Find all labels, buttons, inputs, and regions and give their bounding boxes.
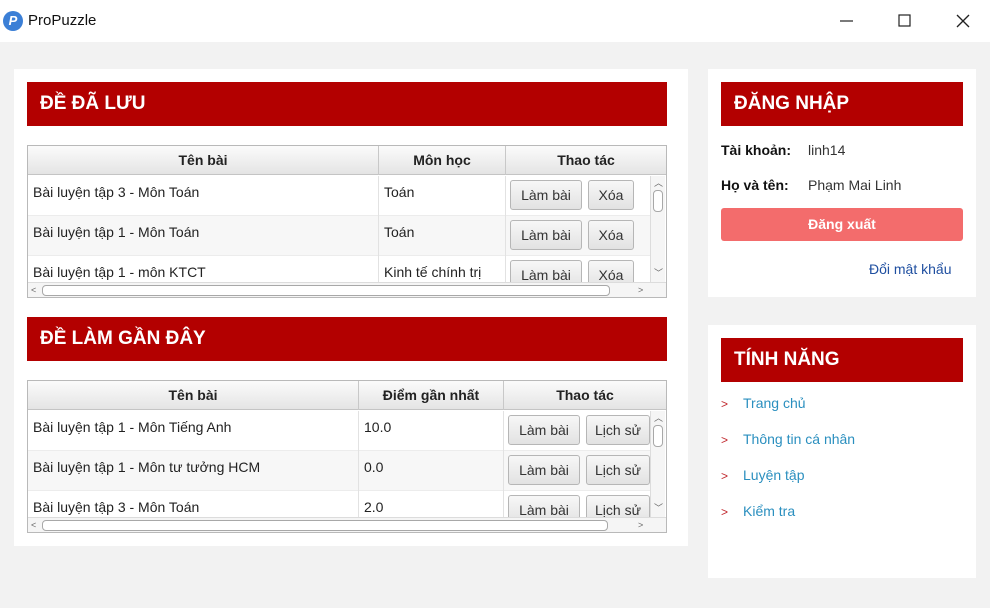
recent-heading-bar: ĐỀ LÀM GẦN ĐÂY [27,317,667,361]
scroll-up-icon[interactable]: ︿ [654,413,663,423]
scroll-down-icon[interactable]: ﹀ [654,503,663,513]
table-row[interactable]: Bài luyện tập 3 - Môn Toán Toán Làm bài … [28,176,650,216]
feature-item-practice[interactable]: > Luyện tập [721,467,805,483]
saved-vertical-scrollbar[interactable]: ︿ ﹀ [650,176,665,282]
saved-table-header: Tên bài Môn học Thao tác [28,146,666,175]
saved-col-actions[interactable]: Thao tác [506,146,666,175]
change-password-link[interactable]: Đổi mật khẩu [869,261,951,277]
login-heading: ĐĂNG NHẬP [734,93,850,114]
row-score: 0.0 [359,451,504,491]
row-name: Bài luyện tập 1 - Môn Toán [28,216,379,256]
delete-button[interactable]: Xóa [588,220,634,250]
login-heading-bar: ĐĂNG NHẬP [721,82,963,126]
recent-table-header: Tên bài Điểm gần nhất Thao tác [28,381,666,410]
scroll-thumb[interactable] [42,285,610,296]
close-button[interactable] [940,0,986,42]
row-subject: Toán [379,216,506,256]
chevron-right-icon: > [721,433,729,447]
saved-col-name[interactable]: Tên bài [28,146,379,175]
fullname-value: Phạm Mai Linh [808,177,902,193]
minimize-icon [840,20,853,22]
feature-label: Kiểm tra [743,503,796,519]
account-value: linh14 [808,142,846,158]
row-subject: Toán [379,176,506,216]
logout-button[interactable]: Đăng xuất [721,208,963,241]
scroll-thumb[interactable] [42,520,608,531]
table-row[interactable]: Bài luyện tập 1 - Môn tư tưởng HCM 0.0 L… [28,451,650,491]
window-title: ProPuzzle [28,12,97,29]
scroll-up-icon[interactable]: ︿ [654,178,663,188]
table-row[interactable]: Bài luyện tập 1 - Môn Tiếng Anh 10.0 Làm… [28,411,650,451]
history-button[interactable]: Lịch sử [586,455,650,485]
saved-horizontal-scrollbar[interactable]: < > [28,282,666,297]
feature-label: Luyện tập [743,467,805,483]
delete-button[interactable]: Xóa [588,180,634,210]
row-score: 10.0 [359,411,504,451]
do-test-button[interactable]: Làm bài [510,220,582,250]
scroll-left-icon[interactable]: < [31,520,36,530]
saved-col-subject[interactable]: Môn học [379,146,506,175]
chevron-right-icon: > [721,469,729,483]
account-label: Tài khoản: [721,142,792,158]
close-icon [956,14,970,28]
chevron-right-icon: > [721,397,729,411]
fullname-label: Họ và tên: [721,177,789,193]
recent-col-score[interactable]: Điểm gần nhất [359,381,504,410]
do-test-button[interactable]: Làm bài [510,180,582,210]
features-heading: TÍNH NĂNG [734,349,840,370]
row-name: Bài luyện tập 1 - Môn Tiếng Anh [28,411,359,451]
recent-col-actions[interactable]: Thao tác [504,381,666,410]
maximize-button[interactable] [881,0,927,42]
saved-heading-bar: ĐỀ ĐÃ LƯU [27,82,667,126]
scroll-right-icon[interactable]: > [638,520,643,530]
recent-col-name[interactable]: Tên bài [28,381,359,410]
recent-vertical-scrollbar[interactable]: ︿ ﹀ [650,411,665,517]
scroll-thumb[interactable] [653,190,663,212]
app-logo-icon: P [3,11,23,31]
maximize-icon [898,14,911,27]
saved-table: Tên bài Môn học Thao tác Bài luyện tập 3… [27,145,667,298]
feature-item-profile[interactable]: > Thông tin cá nhân [721,431,855,447]
recent-horizontal-scrollbar[interactable]: < > [28,517,666,532]
feature-label: Thông tin cá nhân [743,431,856,447]
row-name: Bài luyện tập 3 - Môn Toán [28,176,379,216]
history-button[interactable]: Lịch sử [586,415,650,445]
row-name: Bài luyện tập 1 - Môn tư tưởng HCM [28,451,359,491]
feature-label: Trang chủ [743,395,806,411]
table-row[interactable]: Bài luyện tập 1 - Môn Toán Toán Làm bài … [28,216,650,256]
recent-table: Tên bài Điểm gần nhất Thao tác Bài luyện… [27,380,667,533]
features-heading-bar: TÍNH NĂNG [721,338,963,382]
scroll-down-icon[interactable]: ﹀ [654,268,663,278]
scroll-thumb[interactable] [653,425,663,447]
feature-item-exam[interactable]: > Kiểm tra [721,503,795,519]
chevron-right-icon: > [721,505,729,519]
scroll-right-icon[interactable]: > [638,285,643,295]
minimize-button[interactable] [824,0,870,42]
do-test-button[interactable]: Làm bài [508,415,580,445]
recent-heading: ĐỀ LÀM GẦN ĐÂY [40,328,206,349]
title-bar: P ProPuzzle [0,0,990,42]
scroll-left-icon[interactable]: < [31,285,36,295]
saved-heading: ĐỀ ĐÃ LƯU [40,93,146,114]
feature-item-home[interactable]: > Trang chủ [721,395,806,411]
do-test-button[interactable]: Làm bài [508,455,580,485]
